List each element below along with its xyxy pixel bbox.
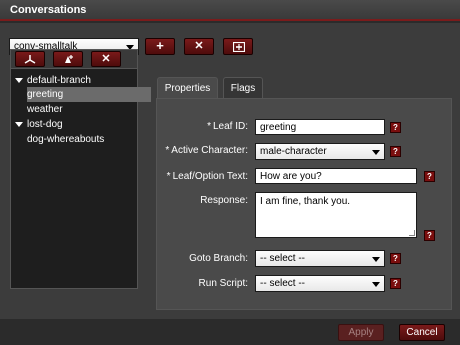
active-character-label: * Active Character: [165, 145, 248, 156]
tree-node-label: lost-dog [27, 119, 63, 130]
required-marker: * [166, 171, 171, 182]
required-marker: * [207, 121, 211, 132]
help-icon[interactable]: ? [390, 122, 401, 133]
close-icon: ✕ [101, 53, 111, 65]
run-script-value: -- select -- [260, 278, 305, 289]
rename-icon [233, 42, 245, 52]
tab-flags[interactable]: Flags [223, 77, 263, 98]
dialog-footer [0, 319, 460, 345]
leaf-text-label: * Leaf/Option Text: [166, 171, 248, 182]
run-script-select[interactable]: -- select -- [255, 275, 385, 292]
chevron-down-icon [372, 282, 380, 287]
tree-node-label: dog-whereabouts [27, 134, 105, 145]
tree-leaf-greeting[interactable]: greeting [27, 87, 151, 102]
required-marker: * [165, 145, 170, 156]
apply-label: Apply [348, 327, 374, 338]
apply-button[interactable]: Apply [338, 324, 384, 341]
tree-node-label: greeting [27, 89, 64, 100]
tree-leaf-dog-whereabouts[interactable]: dog-whereabouts [11, 132, 137, 147]
tree-node-label: weather [27, 104, 63, 115]
help-icon[interactable]: ? [390, 278, 401, 289]
leaf-icon [65, 55, 73, 63]
cancel-button[interactable]: Cancel [399, 324, 445, 341]
response-label: Response: [200, 195, 248, 206]
chevron-down-icon [372, 150, 380, 155]
help-icon[interactable]: ? [424, 171, 435, 182]
tree-toolbar: ✕ [11, 50, 137, 69]
expand-triangle-icon[interactable] [15, 122, 23, 127]
close-icon: ✕ [194, 40, 204, 52]
window-title: Conversations [10, 4, 87, 16]
response-value: I am fine, thank you. [260, 196, 351, 207]
delete-conversation-button[interactable]: ✕ [184, 38, 214, 55]
leaf-text-field[interactable]: How are you? [255, 168, 417, 184]
active-character-select[interactable]: male-character [255, 143, 385, 160]
tree-leaf-weather[interactable]: weather [11, 102, 137, 117]
tree-node-label: default-branch [27, 75, 91, 86]
tab-properties[interactable]: Properties [157, 77, 218, 98]
plus-icon: + [156, 38, 164, 53]
title-bar: Conversations [0, 0, 460, 21]
tab-label: Flags [230, 83, 256, 94]
delete-node-button[interactable]: ✕ [91, 51, 121, 67]
tree-branch-lost-dog[interactable]: lost-dog [11, 117, 137, 132]
leaf-id-field[interactable]: greeting [255, 119, 385, 135]
tree-branch-default-branch[interactable]: default-branch [11, 73, 137, 88]
branch-icon [24, 55, 36, 64]
goto-branch-select[interactable]: -- select -- [255, 250, 385, 267]
add-leaf-button[interactable] [53, 51, 83, 67]
response-textarea[interactable]: I am fine, thank you. [255, 192, 417, 238]
goto-branch-label: Goto Branch: [189, 253, 248, 264]
add-conversation-button[interactable]: + [145, 38, 175, 55]
resize-grip-icon[interactable] [409, 230, 415, 236]
chevron-down-icon [372, 257, 380, 262]
help-icon[interactable]: ? [390, 146, 401, 157]
rename-conversation-button[interactable] [223, 38, 253, 55]
active-character-value: male-character [260, 146, 327, 157]
help-icon[interactable]: ? [424, 230, 435, 241]
branch-tree-panel: ✕ default-branch greeting weather lost-d… [10, 49, 151, 289]
expand-triangle-icon[interactable] [15, 78, 23, 83]
leaf-id-label: * Leaf ID: [207, 121, 248, 132]
goto-branch-value: -- select -- [260, 253, 305, 264]
leaf-text-value: How are you? [260, 171, 322, 182]
tab-label: Properties [164, 83, 211, 94]
leaf-id-value: greeting [260, 122, 297, 133]
cancel-label: Cancel [406, 327, 438, 338]
help-icon[interactable]: ? [390, 253, 401, 264]
run-script-label: Run Script: [198, 278, 248, 289]
add-branch-button[interactable] [15, 51, 45, 67]
